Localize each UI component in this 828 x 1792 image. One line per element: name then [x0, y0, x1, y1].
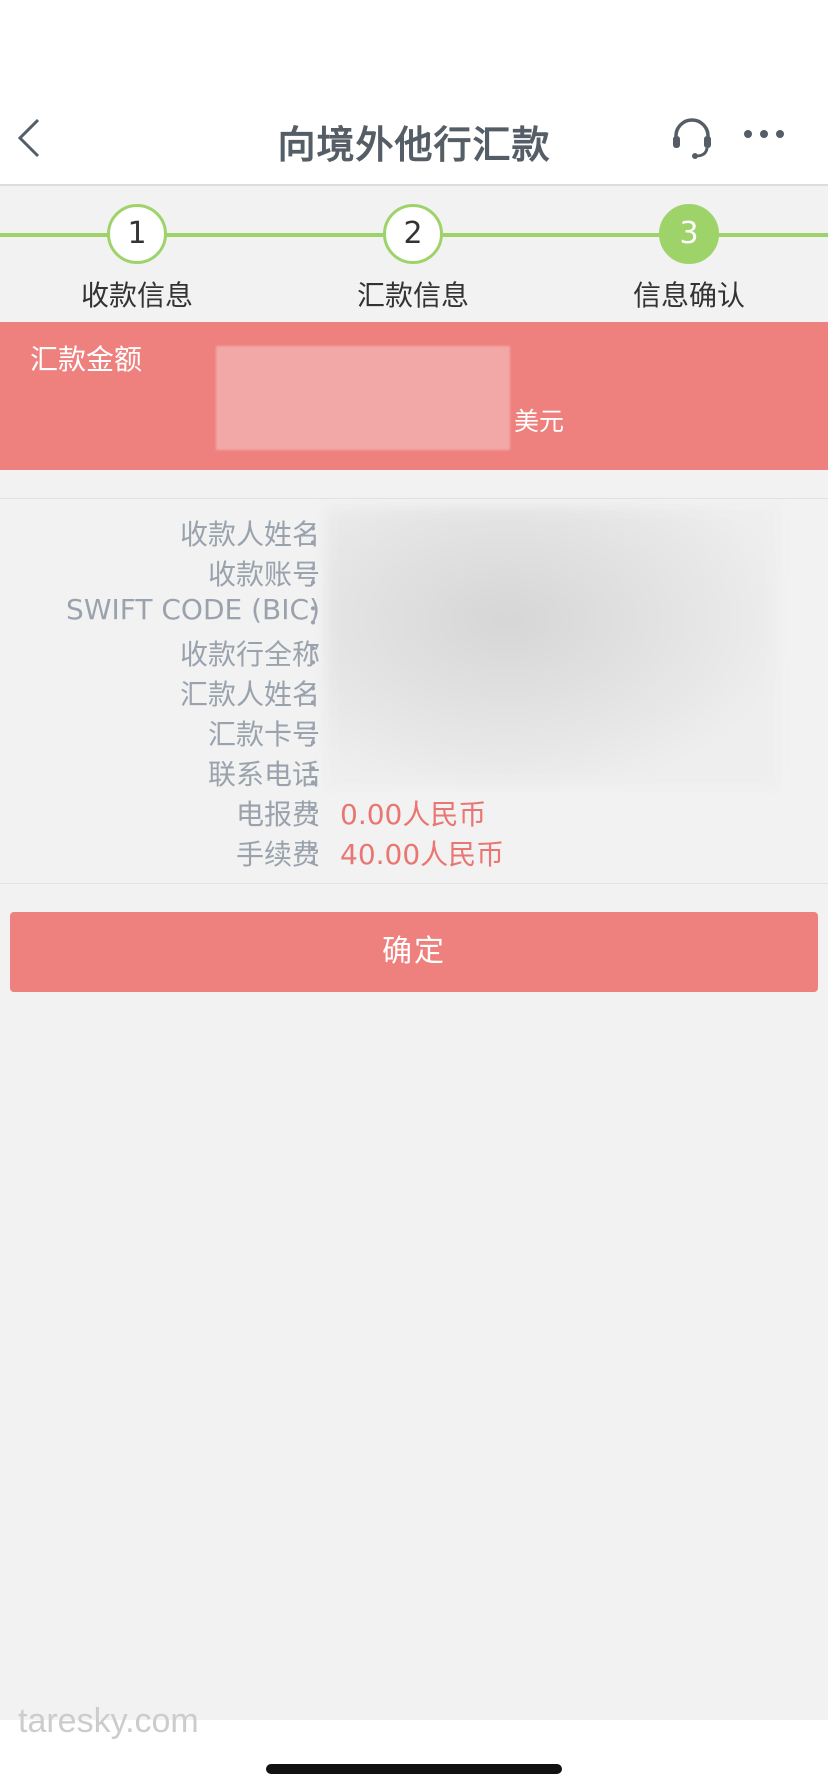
handling-fee-value: 40.00人民币 — [340, 838, 505, 871]
detail-row-handling-fee: 手续费 ： 40.00人民币 — [0, 833, 828, 873]
step-2: 2 汇款信息 — [313, 204, 513, 314]
more-dots-icon[interactable] — [742, 124, 786, 144]
detail-label: SWIFT CODE (BIC) — [66, 593, 320, 626]
detail-colon: ： — [306, 558, 335, 591]
telegraph-fee-value: 0.00人民币 — [340, 798, 487, 831]
status-bar — [0, 0, 828, 96]
headset-icon[interactable] — [670, 116, 714, 160]
detail-colon: ： — [306, 518, 335, 551]
detail-label: 汇款卡号 — [207, 718, 320, 751]
detail-label: 收款行全称 — [179, 638, 320, 671]
step-number: 1 — [107, 204, 167, 264]
step-number: 2 — [383, 204, 443, 264]
detail-colon: ： — [306, 798, 335, 831]
detail-label: 收款人姓名 — [179, 518, 320, 551]
amount-label: 汇款金额 — [30, 343, 143, 376]
step-3: 3 信息确认 — [589, 204, 789, 314]
step-1: 1 收款信息 — [37, 204, 237, 314]
detail-colon: ： — [306, 838, 335, 871]
step-label: 收款信息 — [80, 279, 193, 312]
detail-row: 收款人姓名 ： — [0, 513, 828, 553]
confirm-button[interactable]: 确定 — [10, 912, 818, 992]
detail-row: 汇款人姓名 ： — [0, 673, 828, 713]
detail-colon: ： — [306, 718, 335, 751]
detail-colon: ： — [306, 638, 335, 671]
detail-colon: ： — [306, 678, 335, 711]
details-panel: 收款人姓名 ： 收款账号 ： SWIFT CODE (BIC) ： 收款行全称 … — [0, 498, 828, 884]
detail-colon: ： — [306, 598, 335, 631]
page: 向境外他行汇款 1 收款信息 2 汇款信息 3 信息确认 汇款金额 美元 收款人… — [0, 0, 828, 1792]
detail-label: 汇款人姓名 — [179, 678, 320, 711]
detail-row-telegraph-fee: 电报费 ： 0.00人民币 — [0, 793, 828, 833]
detail-label: 收款账号 — [207, 558, 320, 591]
detail-row: SWIFT CODE (BIC) ： — [0, 593, 828, 633]
step-indicator: 1 收款信息 2 汇款信息 3 信息确认 — [0, 188, 828, 322]
step-label: 汇款信息 — [356, 279, 469, 312]
detail-row: 收款行全称 ： — [0, 633, 828, 673]
amount-value-redacted — [216, 346, 510, 450]
watermark: taresky.com — [18, 1702, 199, 1740]
step-label: 信息确认 — [632, 279, 745, 312]
detail-row: 收款账号 ： — [0, 553, 828, 593]
detail-label: 联系电话 — [207, 758, 320, 791]
home-indicator[interactable] — [266, 1764, 562, 1774]
detail-row: 汇款卡号 ： — [0, 713, 828, 753]
amount-banner: 汇款金额 美元 — [0, 322, 828, 470]
detail-colon: ： — [306, 758, 335, 791]
step-number: 3 — [659, 204, 719, 264]
amount-currency: 美元 — [514, 407, 565, 436]
navbar: 向境外他行汇款 — [0, 96, 828, 186]
detail-row: 联系电话 ： — [0, 753, 828, 793]
